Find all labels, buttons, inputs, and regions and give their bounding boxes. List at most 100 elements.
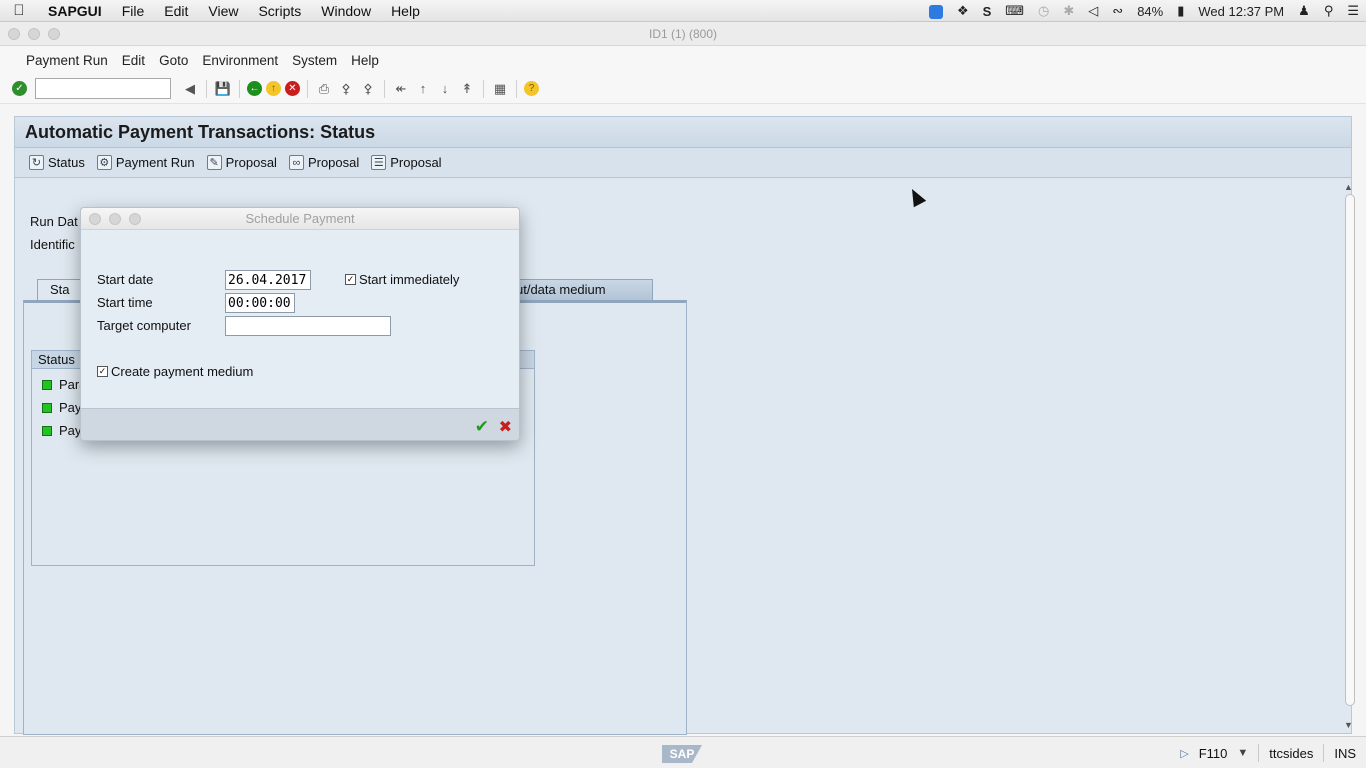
teamviewer-icon[interactable] — [922, 3, 950, 19]
first-page-icon[interactable]: ↞ — [392, 80, 410, 98]
start-date-label: Start date — [97, 272, 154, 287]
menubar-clock[interactable]: Wed 12:37 PM — [1191, 4, 1291, 19]
display-proposal-button[interactable]: ∞ Proposal — [288, 155, 359, 170]
green-status-icon — [42, 402, 52, 413]
status-item: Pay — [42, 423, 81, 438]
skype-icon[interactable]: S — [976, 4, 999, 19]
dialog-title: Schedule Payment — [245, 211, 355, 226]
minimize-window-icon[interactable] — [28, 28, 40, 40]
edit-proposal-button-label: Proposal — [225, 155, 277, 170]
keyboard-icon[interactable]: ⌨ — [998, 3, 1031, 19]
run-date-label: Run Dat — [30, 214, 78, 229]
last-page-icon[interactable]: ↟ — [458, 80, 476, 98]
help-icon[interactable]: ? — [524, 81, 539, 96]
input-mode[interactable]: INS — [1334, 746, 1356, 761]
target-computer-field[interactable] — [225, 316, 391, 336]
scroll-down-icon[interactable]: ▼ — [1344, 720, 1353, 730]
identification-label: Identific — [30, 237, 75, 252]
menu-payment-run[interactable]: Payment Run — [19, 53, 115, 68]
toolbar-separator — [239, 79, 240, 98]
chevron-down-icon[interactable]: ▼ — [1237, 747, 1248, 759]
layout-menu-icon[interactable]: ▦ — [491, 80, 509, 98]
dropbox-icon[interactable]: ❖ — [950, 3, 976, 19]
zoom-window-icon[interactable] — [48, 28, 60, 40]
edit-proposal-button[interactable]: ✎ Proposal — [206, 155, 277, 170]
bluetooth-icon[interactable]: ✱ — [1056, 3, 1081, 19]
proposal-log-button[interactable]: ☰ Proposal — [371, 155, 442, 170]
menu-system[interactable]: System — [285, 53, 344, 68]
menu-goto[interactable]: Goto — [152, 53, 195, 68]
menubar-help[interactable]: Help — [381, 3, 430, 19]
cancel-icon[interactable]: ✕ — [285, 81, 300, 96]
status-button[interactable]: ↻ Status — [29, 155, 85, 170]
print-icon[interactable]: ⎙ — [315, 80, 333, 98]
enter-checkmark-icon[interactable]: ✓ — [12, 81, 27, 96]
menu-help[interactable]: Help — [344, 53, 386, 68]
tab-printout-data-medium[interactable]: ut/data medium — [503, 279, 653, 300]
toolbar-separator — [206, 79, 207, 98]
scroll-up-icon[interactable]: ▲ — [1344, 182, 1353, 192]
save-icon[interactable]: 💾 — [214, 80, 232, 98]
exit-icon[interactable]: ↑ — [266, 81, 281, 96]
payment-run-button-label: Payment Run — [115, 155, 195, 170]
status-item-label: Pay — [59, 423, 82, 438]
menu-environment[interactable]: Environment — [195, 53, 285, 68]
log-icon: ☰ — [371, 155, 387, 170]
menubar-window[interactable]: Window — [311, 3, 381, 19]
close-window-icon[interactable] — [8, 28, 20, 40]
dialog-close-icon[interactable] — [89, 213, 101, 225]
status-divider — [1258, 744, 1260, 762]
status-bar: SAP ▷ F110 ▼ ttcsides INS — [0, 736, 1366, 768]
dialog-zoom-icon[interactable] — [129, 213, 141, 225]
find-icon[interactable]: ⚴ — [337, 80, 355, 98]
scrollbar-thumb[interactable] — [1345, 194, 1355, 706]
menubar-edit[interactable]: Edit — [154, 3, 198, 19]
notification-center-icon[interactable]: ☰ — [1340, 3, 1366, 19]
toolbar-separator — [384, 79, 385, 98]
dialog-minimize-icon[interactable] — [109, 213, 121, 225]
menubar-view[interactable]: View — [198, 3, 248, 19]
status-button-label: Status — [48, 155, 85, 170]
battery-icon[interactable]: ▮ — [1170, 3, 1191, 19]
green-status-icon — [42, 379, 52, 390]
wifi-icon[interactable]: ∾ — [1105, 3, 1130, 19]
cancel-x-icon[interactable]: ✖ — [499, 417, 512, 437]
battery-percent[interactable]: 84% — [1130, 4, 1170, 19]
pencil-icon: ✎ — [206, 155, 222, 170]
command-history-icon[interactable]: ◀ — [181, 80, 199, 98]
previous-page-icon[interactable]: ↑ — [414, 80, 432, 98]
back-icon[interactable]: ← — [247, 81, 262, 96]
menubar-app-name[interactable]: SAPGUI — [38, 3, 112, 19]
schedule-payment-dialog: Schedule Payment Start date ✓ Start imme… — [80, 207, 520, 441]
start-date-field[interactable] — [225, 270, 311, 290]
command-field[interactable] — [35, 78, 171, 99]
toolbar-separator — [307, 79, 308, 98]
spotlight-search-icon[interactable]: ⚲ — [1317, 3, 1341, 19]
window-titlebar: ID1 (1) (800) — [0, 22, 1366, 46]
user-icon[interactable]: ♟ — [1291, 3, 1317, 19]
create-payment-medium-checkbox[interactable]: ✓ Create payment medium — [97, 364, 253, 379]
green-status-icon — [42, 425, 52, 436]
start-time-field[interactable] — [225, 293, 295, 313]
apple-icon[interactable]:  — [0, 2, 38, 19]
standard-toolbar: ✓ ◀ 💾 ← ↑ ✕ ⎙ ⚴ ⚴ ↞ ↑ ↓ ↟ ▦ ? — [0, 74, 1366, 104]
tab-status-label: Sta — [50, 282, 70, 297]
confirm-checkmark-icon[interactable]: ✔ — [475, 417, 489, 437]
next-page-icon[interactable]: ↓ — [436, 80, 454, 98]
start-immediately-checkbox[interactable]: ✓ Start immediately — [345, 272, 459, 287]
time-machine-icon[interactable]: ◷ — [1031, 3, 1056, 19]
menubar-file[interactable]: File — [112, 3, 155, 19]
menu-edit[interactable]: Edit — [115, 53, 152, 68]
vertical-scrollbar[interactable]: ▲ ▼ — [1342, 182, 1356, 734]
system-menubar:  SAPGUI File Edit View Scripts Window H… — [0, 0, 1366, 22]
payment-run-button[interactable]: ⚙ Payment Run — [96, 155, 195, 170]
application-toolbar: ↻ Status ⚙ Payment Run ✎ Proposal ∞ Prop… — [15, 148, 1351, 178]
expand-status-icon[interactable]: ▷ — [1180, 747, 1188, 760]
volume-icon[interactable]: ◁ — [1081, 3, 1105, 19]
dialog-footer: ✔ ✖ — [81, 408, 519, 440]
status-item-label: Pay — [59, 400, 82, 415]
checkbox-checked-icon: ✓ — [345, 274, 356, 285]
checkbox-checked-icon: ✓ — [97, 366, 108, 377]
find-next-icon[interactable]: ⚴ — [359, 80, 377, 98]
menubar-scripts[interactable]: Scripts — [248, 3, 311, 19]
